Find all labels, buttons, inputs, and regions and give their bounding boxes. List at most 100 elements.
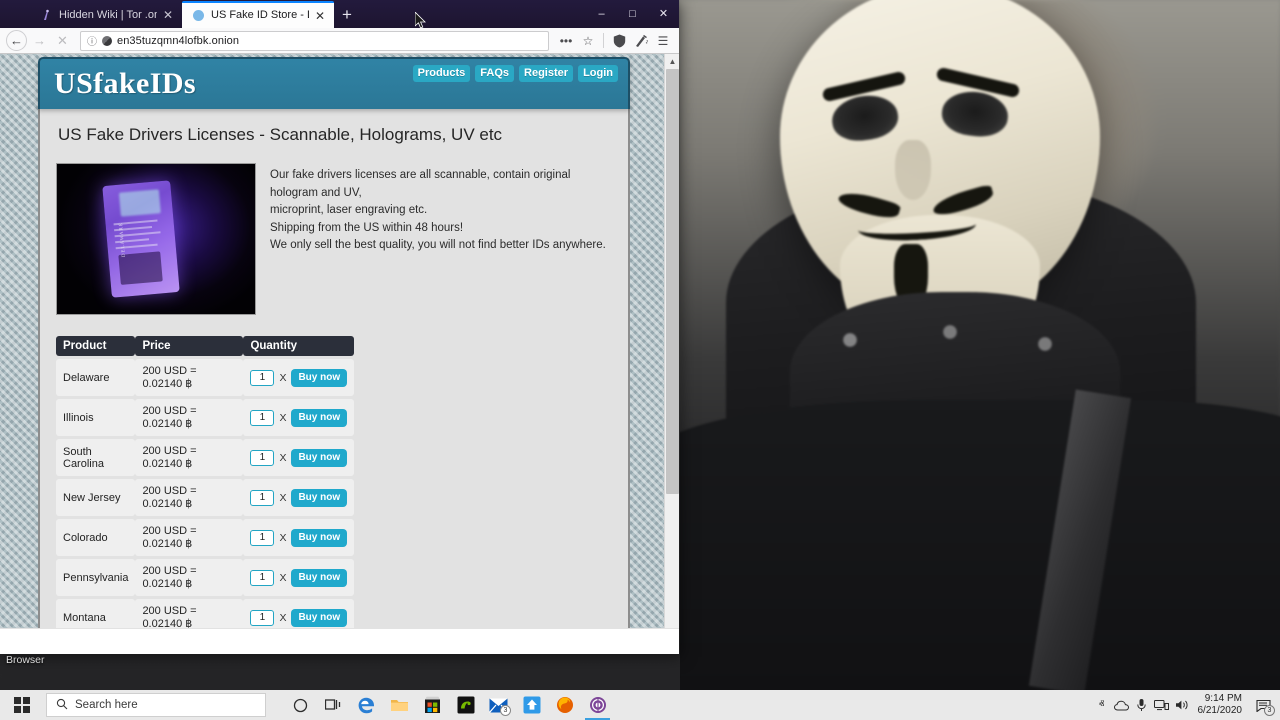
cell-price: 200 USD = 0.02140 ฿ (135, 519, 244, 556)
maximize-button[interactable]: □ (617, 0, 648, 27)
tor-browser-window: Hidden Wiki | Tor .onion urls di ✕ US Fa… (0, 0, 679, 654)
scrollbar-thumb[interactable] (666, 69, 679, 494)
bookmark-star-icon[interactable]: ☆ (578, 31, 598, 51)
buy-now-button[interactable]: Buy now (291, 568, 348, 587)
back-arrow-icon[interactable]: ← (6, 30, 27, 51)
stop-icon[interactable]: ✕ (52, 30, 73, 51)
tab-us-fake-id-store[interactable]: US Fake ID Store - Drivers Licen ✕ (182, 1, 334, 28)
cortana-icon[interactable] (284, 690, 317, 720)
column-header-spacer (354, 336, 612, 356)
vertical-scrollbar[interactable]: ▲ ▼ (664, 54, 679, 654)
new-tab-button[interactable]: + (334, 2, 360, 28)
minimize-button[interactable]: – (586, 0, 617, 27)
cell-product: New Jersey (56, 479, 136, 516)
cell-spacer (354, 399, 612, 436)
cell-price: 200 USD = 0.02140 ฿ (135, 359, 244, 396)
nvidia-icon[interactable] (449, 690, 482, 720)
quantity-input[interactable]: 1 (250, 569, 275, 586)
multiplier-label: X (279, 451, 287, 464)
cell-spacer (354, 359, 612, 396)
site-header: USfakeIDs Products FAQs Register Login (38, 57, 630, 109)
cell-product: Delaware (56, 359, 136, 396)
notification-badge-count: 3 (1264, 705, 1275, 716)
buy-now-button[interactable]: Buy now (291, 448, 348, 467)
buy-now-button[interactable]: Buy now (291, 608, 348, 627)
cell-spacer (354, 439, 612, 476)
cell-product: Illinois (56, 399, 136, 436)
close-icon[interactable]: ✕ (163, 9, 175, 21)
table-head: Product Price Quantity (56, 336, 612, 356)
noscript-shield-icon[interactable] (609, 31, 629, 51)
tor-security-level-icon[interactable] (631, 31, 651, 51)
onedrive-cloud-icon[interactable] (1112, 690, 1132, 720)
url-text: en35tuzqmn4lofbk.onion (117, 34, 240, 47)
anonymous-mask-photo (680, 0, 1280, 690)
quantity-input[interactable]: 1 (250, 489, 275, 506)
nav-link-products[interactable]: Products (412, 65, 471, 82)
buy-now-button[interactable]: Buy now (291, 488, 348, 507)
buy-now-button[interactable]: Buy now (291, 528, 348, 547)
website-container: USfakeIDs Products FAQs Register Login U… (38, 57, 630, 654)
scroll-up-arrow-icon[interactable]: ▲ (665, 54, 679, 69)
buy-now-button[interactable]: Buy now (291, 368, 348, 387)
page-title: US Fake Drivers Licenses - Scannable, Ho… (58, 125, 503, 144)
site-identity-icon[interactable]: ⓘ (87, 33, 97, 48)
intro-section: DELAWARE Our fake drivers licenses are a… (56, 163, 612, 315)
column-header-quantity[interactable]: Quantity (243, 336, 355, 356)
cell-product: Colorado (56, 519, 136, 556)
firefox-icon[interactable] (548, 690, 581, 720)
nav-link-register[interactable]: Register (519, 65, 574, 82)
hamburger-menu-icon[interactable]: ☰ (653, 31, 673, 51)
close-window-button[interactable]: ✕ (648, 0, 679, 27)
quantity-input[interactable]: 1 (250, 609, 275, 626)
start-button[interactable] (0, 690, 44, 720)
close-icon[interactable]: ✕ (315, 10, 327, 22)
mouse-cursor (414, 11, 427, 30)
forward-arrow-icon[interactable]: → (29, 30, 50, 51)
site-navigation: Products FAQs Register Login (412, 65, 618, 82)
table-row: Illinois 200 USD = 0.02140 ฿ 1 X Buy now (56, 399, 612, 436)
taskbar-search-box[interactable]: Search here (46, 693, 266, 717)
mail-icon[interactable]: 3 (482, 690, 515, 720)
nav-link-faqs[interactable]: FAQs (475, 65, 515, 82)
tor-browser-icon[interactable] (581, 690, 614, 720)
table-row: South Carolina 200 USD = 0.02140 ฿ 1 X Buy n… (56, 439, 612, 476)
microphone-icon[interactable] (1132, 690, 1152, 720)
quantity-input[interactable]: 1 (250, 529, 275, 546)
buy-now-button[interactable]: Buy now (291, 408, 348, 427)
tab-hidden-wiki[interactable]: Hidden Wiki | Tor .onion urls di ✕ (30, 2, 182, 28)
column-header-price[interactable]: Price (135, 336, 244, 356)
cell-quantity: 1X Buy now (243, 559, 355, 596)
site-logo[interactable]: USfakeIDs (54, 67, 196, 101)
column-header-product[interactable]: Product (56, 336, 136, 356)
microsoft-store-icon[interactable] (416, 690, 449, 720)
desktop-icon-label[interactable]: Browser (6, 654, 45, 666)
multiplier-label: X (279, 611, 287, 624)
microsoft-edge-icon[interactable] (350, 690, 383, 720)
task-view-icon[interactable] (317, 690, 350, 720)
url-bar[interactable]: ⓘ en35tuzqmn4lofbk.onion (80, 30, 549, 51)
notification-center-icon[interactable]: 3 (1250, 690, 1276, 720)
page-viewport: USfakeIDs Products FAQs Register Login U… (0, 54, 679, 654)
onedrive-app-icon[interactable] (515, 690, 548, 720)
nav-link-login[interactable]: Login (578, 65, 618, 82)
page-actions-icon[interactable]: ••• (556, 31, 576, 51)
file-explorer-icon[interactable] (383, 690, 416, 720)
cell-product: Pennsylvania (56, 559, 136, 596)
taskbar-pinned-icons: 3 (284, 690, 614, 720)
volume-icon[interactable] (1172, 690, 1192, 720)
show-hidden-icons-chevron-icon[interactable]: ⱏ (1092, 690, 1112, 720)
clock[interactable]: 9:14 PM 6/21/2020 (1192, 693, 1251, 717)
mail-badge-count: 3 (500, 705, 511, 716)
network-icon[interactable] (1152, 690, 1172, 720)
quantity-input[interactable]: 1 (250, 409, 275, 426)
uv-license-card: DELAWARE (102, 180, 180, 298)
cell-price: 200 USD = 0.02140 ฿ (135, 399, 244, 436)
site-body: US Fake Drivers Licenses - Scannable, Ho… (38, 109, 630, 654)
windows-logo-icon (14, 697, 30, 713)
table-row: Pennsylvania 200 USD = 0.02140 ฿ 1 X Buy now (56, 559, 612, 596)
tab-title: US Fake ID Store - Drivers Licen (211, 9, 309, 21)
cell-quantity: 1X Buy now (243, 439, 355, 476)
quantity-input[interactable]: 1 (250, 449, 275, 466)
quantity-input[interactable]: 1 (250, 369, 275, 386)
